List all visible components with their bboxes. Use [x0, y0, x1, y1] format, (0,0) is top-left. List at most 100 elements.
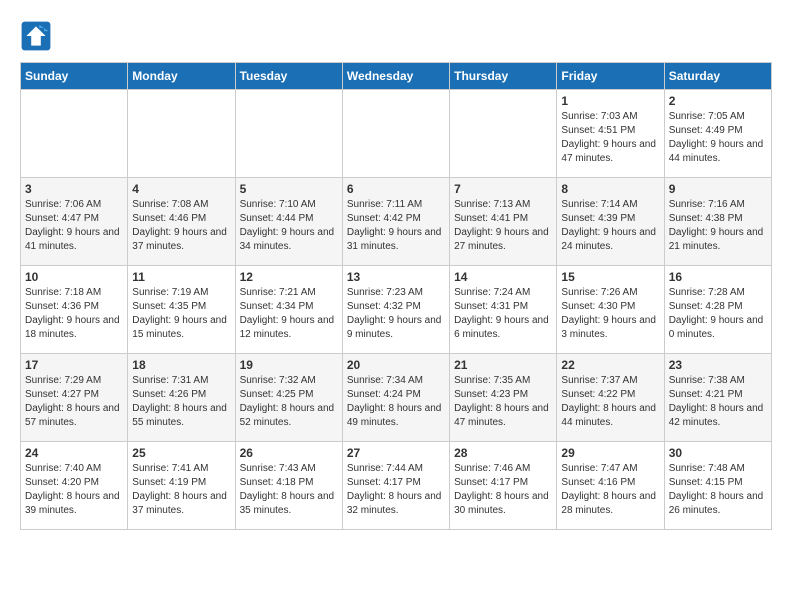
- calendar-cell: 3 Sunrise: 7:06 AM Sunset: 4:47 PM Dayli…: [21, 178, 128, 266]
- sunrise: Sunrise: 7:48 AM: [669, 463, 745, 474]
- sunrise: Sunrise: 7:32 AM: [240, 375, 316, 386]
- daylight: Daylight: 9 hours and 31 minutes.: [347, 227, 442, 252]
- day-number: 9: [669, 182, 767, 196]
- calendar-cell: 4 Sunrise: 7:08 AM Sunset: 4:46 PM Dayli…: [128, 178, 235, 266]
- daylight: Daylight: 9 hours and 15 minutes.: [132, 315, 227, 340]
- daylight: Daylight: 8 hours and 30 minutes.: [454, 491, 549, 516]
- daylight: Daylight: 8 hours and 32 minutes.: [347, 491, 442, 516]
- sunrise: Sunrise: 7:16 AM: [669, 199, 745, 210]
- sunrise: Sunrise: 7:11 AM: [347, 199, 422, 210]
- daylight: Daylight: 9 hours and 41 minutes.: [25, 227, 120, 252]
- day-info: Sunrise: 7:03 AM Sunset: 4:51 PM Dayligh…: [561, 110, 659, 166]
- calendar-cell: [128, 90, 235, 178]
- day-number: 19: [240, 358, 338, 372]
- calendar-cell: 21 Sunrise: 7:35 AM Sunset: 4:23 PM Dayl…: [450, 354, 557, 442]
- sunrise: Sunrise: 7:38 AM: [669, 375, 745, 386]
- calendar-cell: 5 Sunrise: 7:10 AM Sunset: 4:44 PM Dayli…: [235, 178, 342, 266]
- calendar-cell: 7 Sunrise: 7:13 AM Sunset: 4:41 PM Dayli…: [450, 178, 557, 266]
- sunset: Sunset: 4:39 PM: [561, 213, 635, 224]
- sunset: Sunset: 4:18 PM: [240, 477, 314, 488]
- day-info: Sunrise: 7:35 AM Sunset: 4:23 PM Dayligh…: [454, 374, 552, 430]
- sunset: Sunset: 4:24 PM: [347, 389, 421, 400]
- sunrise: Sunrise: 7:26 AM: [561, 287, 637, 298]
- day-header-tuesday: Tuesday: [235, 63, 342, 90]
- day-info: Sunrise: 7:40 AM Sunset: 4:20 PM Dayligh…: [25, 462, 123, 518]
- sunrise: Sunrise: 7:13 AM: [454, 199, 530, 210]
- sunrise: Sunrise: 7:05 AM: [669, 111, 745, 122]
- day-info: Sunrise: 7:05 AM Sunset: 4:49 PM Dayligh…: [669, 110, 767, 166]
- sunset: Sunset: 4:20 PM: [25, 477, 99, 488]
- day-info: Sunrise: 7:44 AM Sunset: 4:17 PM Dayligh…: [347, 462, 445, 518]
- day-number: 21: [454, 358, 552, 372]
- calendar-cell: 6 Sunrise: 7:11 AM Sunset: 4:42 PM Dayli…: [342, 178, 449, 266]
- daylight: Daylight: 9 hours and 27 minutes.: [454, 227, 549, 252]
- sunset: Sunset: 4:26 PM: [132, 389, 206, 400]
- day-info: Sunrise: 7:08 AM Sunset: 4:46 PM Dayligh…: [132, 198, 230, 254]
- day-info: Sunrise: 7:28 AM Sunset: 4:28 PM Dayligh…: [669, 286, 767, 342]
- sunset: Sunset: 4:49 PM: [669, 125, 743, 136]
- sunset: Sunset: 4:22 PM: [561, 389, 635, 400]
- logo: [20, 20, 54, 52]
- calendar-table: SundayMondayTuesdayWednesdayThursdayFrid…: [20, 62, 772, 530]
- day-number: 10: [25, 270, 123, 284]
- sunrise: Sunrise: 7:21 AM: [240, 287, 316, 298]
- day-info: Sunrise: 7:14 AM Sunset: 4:39 PM Dayligh…: [561, 198, 659, 254]
- daylight: Daylight: 9 hours and 21 minutes.: [669, 227, 764, 252]
- sunrise: Sunrise: 7:37 AM: [561, 375, 637, 386]
- day-number: 12: [240, 270, 338, 284]
- sunrise: Sunrise: 7:18 AM: [25, 287, 101, 298]
- daylight: Daylight: 9 hours and 0 minutes.: [669, 315, 764, 340]
- calendar-cell: 24 Sunrise: 7:40 AM Sunset: 4:20 PM Dayl…: [21, 442, 128, 530]
- page-header: [20, 20, 772, 52]
- calendar-week-2: 3 Sunrise: 7:06 AM Sunset: 4:47 PM Dayli…: [21, 178, 772, 266]
- sunset: Sunset: 4:16 PM: [561, 477, 635, 488]
- day-info: Sunrise: 7:47 AM Sunset: 4:16 PM Dayligh…: [561, 462, 659, 518]
- calendar-cell: 14 Sunrise: 7:24 AM Sunset: 4:31 PM Dayl…: [450, 266, 557, 354]
- day-number: 30: [669, 446, 767, 460]
- calendar-cell: 26 Sunrise: 7:43 AM Sunset: 4:18 PM Dayl…: [235, 442, 342, 530]
- calendar-cell: 16 Sunrise: 7:28 AM Sunset: 4:28 PM Dayl…: [664, 266, 771, 354]
- day-info: Sunrise: 7:48 AM Sunset: 4:15 PM Dayligh…: [669, 462, 767, 518]
- sunrise: Sunrise: 7:24 AM: [454, 287, 530, 298]
- calendar-cell: 17 Sunrise: 7:29 AM Sunset: 4:27 PM Dayl…: [21, 354, 128, 442]
- day-number: 27: [347, 446, 445, 460]
- calendar-cell: 29 Sunrise: 7:47 AM Sunset: 4:16 PM Dayl…: [557, 442, 664, 530]
- sunrise: Sunrise: 7:19 AM: [132, 287, 208, 298]
- calendar-cell: 1 Sunrise: 7:03 AM Sunset: 4:51 PM Dayli…: [557, 90, 664, 178]
- sunrise: Sunrise: 7:44 AM: [347, 463, 423, 474]
- day-number: 20: [347, 358, 445, 372]
- daylight: Daylight: 9 hours and 9 minutes.: [347, 315, 442, 340]
- day-number: 11: [132, 270, 230, 284]
- sunset: Sunset: 4:41 PM: [454, 213, 528, 224]
- day-number: 18: [132, 358, 230, 372]
- day-number: 4: [132, 182, 230, 196]
- daylight: Daylight: 8 hours and 55 minutes.: [132, 403, 227, 428]
- daylight: Daylight: 8 hours and 47 minutes.: [454, 403, 549, 428]
- day-number: 5: [240, 182, 338, 196]
- day-info: Sunrise: 7:18 AM Sunset: 4:36 PM Dayligh…: [25, 286, 123, 342]
- day-info: Sunrise: 7:11 AM Sunset: 4:42 PM Dayligh…: [347, 198, 445, 254]
- sunset: Sunset: 4:38 PM: [669, 213, 743, 224]
- sunset: Sunset: 4:30 PM: [561, 301, 635, 312]
- day-number: 16: [669, 270, 767, 284]
- days-header-row: SundayMondayTuesdayWednesdayThursdayFrid…: [21, 63, 772, 90]
- calendar-cell: 23 Sunrise: 7:38 AM Sunset: 4:21 PM Dayl…: [664, 354, 771, 442]
- day-number: 23: [669, 358, 767, 372]
- sunset: Sunset: 4:35 PM: [132, 301, 206, 312]
- calendar-cell: 18 Sunrise: 7:31 AM Sunset: 4:26 PM Dayl…: [128, 354, 235, 442]
- day-info: Sunrise: 7:19 AM Sunset: 4:35 PM Dayligh…: [132, 286, 230, 342]
- sunrise: Sunrise: 7:29 AM: [25, 375, 101, 386]
- daylight: Daylight: 9 hours and 3 minutes.: [561, 315, 656, 340]
- calendar-cell: [450, 90, 557, 178]
- day-number: 14: [454, 270, 552, 284]
- day-header-monday: Monday: [128, 63, 235, 90]
- day-info: Sunrise: 7:26 AM Sunset: 4:30 PM Dayligh…: [561, 286, 659, 342]
- sunrise: Sunrise: 7:23 AM: [347, 287, 423, 298]
- calendar-cell: [21, 90, 128, 178]
- calendar-cell: 12 Sunrise: 7:21 AM Sunset: 4:34 PM Dayl…: [235, 266, 342, 354]
- day-number: 25: [132, 446, 230, 460]
- daylight: Daylight: 8 hours and 44 minutes.: [561, 403, 656, 428]
- day-info: Sunrise: 7:10 AM Sunset: 4:44 PM Dayligh…: [240, 198, 338, 254]
- day-info: Sunrise: 7:06 AM Sunset: 4:47 PM Dayligh…: [25, 198, 123, 254]
- sunset: Sunset: 4:36 PM: [25, 301, 99, 312]
